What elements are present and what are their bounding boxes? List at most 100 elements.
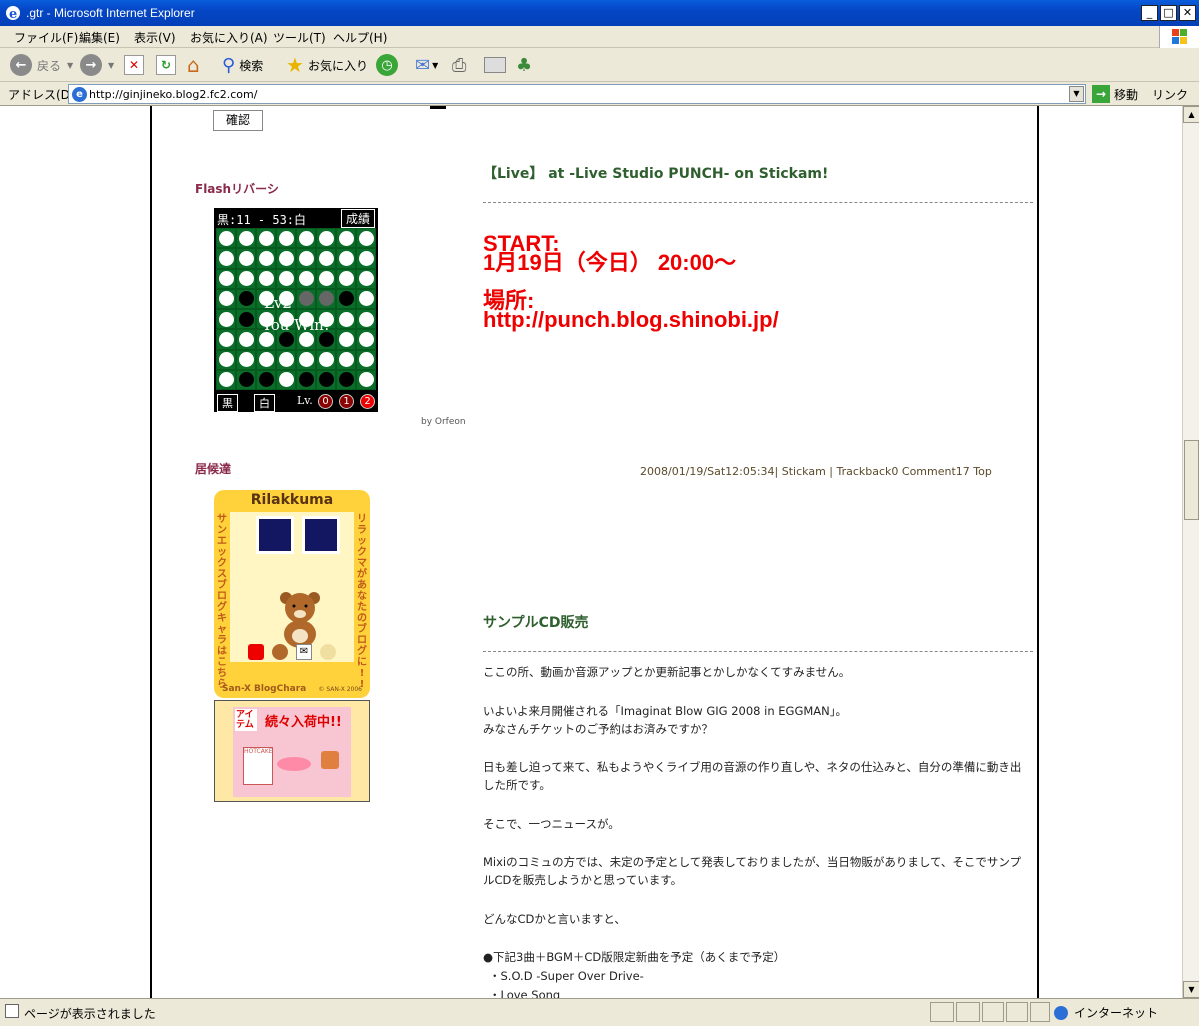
board-cell[interactable] xyxy=(336,268,356,289)
post-title[interactable]: 【Live】 at -Live Studio PUNCH- on Stickam… xyxy=(483,163,828,183)
menu-edit[interactable]: 編集(E) xyxy=(79,29,120,46)
board-cell[interactable] xyxy=(296,369,316,390)
go-arrow-icon: → xyxy=(1092,85,1110,103)
scroll-up-button[interactable]: ▲ xyxy=(1183,106,1199,123)
address-dropdown-button[interactable]: ▼ xyxy=(1069,86,1084,102)
white-player-button[interactable]: 白 xyxy=(254,394,275,412)
search-button[interactable]: ⚲ 検索 xyxy=(222,54,263,76)
home-button[interactable]: ⌂ xyxy=(187,53,200,77)
close-button[interactable]: ✕ xyxy=(1179,5,1196,21)
white-disc xyxy=(338,352,354,368)
board-cell[interactable] xyxy=(276,369,296,390)
reversi-byline: by Orfeon xyxy=(421,417,466,427)
post-paragraph: ここの所、動画か音源アップとか更新記事とかしかなくてすみません。 xyxy=(483,665,851,679)
back-button[interactable]: ← 戻る ▼ xyxy=(10,54,73,76)
item-banner[interactable]: HOTCAKE アイテム 続々入荷中!! xyxy=(214,700,370,802)
board-cell[interactable] xyxy=(356,349,376,370)
menu-favorites[interactable]: お気に入り(A) xyxy=(190,29,268,46)
white-disc xyxy=(358,352,374,368)
edit-button[interactable] xyxy=(484,54,506,76)
board-cell[interactable] xyxy=(256,369,276,390)
stop-button[interactable]: ✕ xyxy=(124,54,144,76)
board-cell[interactable] xyxy=(276,268,296,289)
board-cell[interactable] xyxy=(296,248,316,269)
board-cell[interactable] xyxy=(316,228,336,249)
board-cell[interactable] xyxy=(216,228,236,249)
address-label: アドレス(D) xyxy=(8,88,75,102)
black-player-button[interactable]: 黒 xyxy=(217,394,238,412)
board-cell[interactable] xyxy=(216,248,236,269)
board-cell[interactable] xyxy=(236,248,256,269)
forward-button[interactable]: → ▼ xyxy=(80,54,114,76)
level-label: Lv. xyxy=(297,394,313,407)
title-bar: e .gtr - Microsoft Internet Explorer _ □… xyxy=(0,0,1199,26)
board-cell[interactable] xyxy=(316,248,336,269)
chevron-down-icon: ▼ xyxy=(432,60,439,70)
menu-help[interactable]: ヘルプ(H) xyxy=(333,29,387,46)
table-icon xyxy=(277,757,311,771)
minimize-button[interactable]: _ xyxy=(1141,5,1158,21)
board-cell[interactable] xyxy=(236,349,256,370)
menu-view[interactable]: 表示(V) xyxy=(134,29,176,46)
board-cell[interactable] xyxy=(256,248,276,269)
ie-logo-icon: e xyxy=(6,6,20,21)
board-cell[interactable] xyxy=(256,349,276,370)
menu-file[interactable]: ファイル(F) xyxy=(14,29,78,46)
board-cell[interactable] xyxy=(356,228,376,249)
results-button[interactable]: 成績 xyxy=(340,209,375,228)
board-cell[interactable] xyxy=(356,248,376,269)
board-cell[interactable] xyxy=(276,248,296,269)
board-cell[interactable] xyxy=(236,369,256,390)
board-cell[interactable] xyxy=(236,268,256,289)
print-button[interactable]: ⎙ xyxy=(452,54,466,76)
history-button[interactable]: ◷ xyxy=(376,54,398,76)
scrollbar-thumb[interactable] xyxy=(1184,440,1199,520)
reversi-game[interactable]: 黒:11 - 53:白 成績 Lv2 You Win! 黒 白 Lv. 0 1 … xyxy=(214,208,378,412)
divider xyxy=(483,651,1033,652)
board-cell[interactable] xyxy=(336,369,356,390)
level-1-button[interactable]: 1 xyxy=(339,394,354,409)
menu-tools[interactable]: ツール(T) xyxy=(273,29,326,46)
scroll-down-button[interactable]: ▼ xyxy=(1183,981,1199,998)
board-cell[interactable] xyxy=(336,349,356,370)
live-url-link[interactable]: http://punch.blog.shinobi.jp/ xyxy=(483,308,779,332)
address-input[interactable]: e http://ginjineko.blog2.fc2.com/ ▼ xyxy=(68,84,1086,104)
board-cell[interactable] xyxy=(216,369,236,390)
board-cell[interactable] xyxy=(296,228,316,249)
board-cell[interactable] xyxy=(216,349,236,370)
maximize-button[interactable]: □ xyxy=(1160,5,1177,21)
stop-icon: ✕ xyxy=(124,55,144,75)
board-cell[interactable] xyxy=(296,349,316,370)
board-cell[interactable] xyxy=(276,349,296,370)
board-cell[interactable] xyxy=(256,268,276,289)
board-cell[interactable] xyxy=(316,268,336,289)
status-text: ページが表示されました xyxy=(24,1007,156,1021)
refresh-button[interactable]: ↻ xyxy=(156,54,176,76)
board-cell[interactable] xyxy=(316,349,336,370)
board-cell[interactable] xyxy=(336,248,356,269)
favorites-button[interactable]: ★ お気に入り xyxy=(286,53,368,77)
board-cell[interactable] xyxy=(336,228,356,249)
go-button[interactable]: → 移動 xyxy=(1092,84,1138,104)
post-meta[interactable]: 2008/01/19/Sat12:05:34| Stickam | Trackb… xyxy=(640,465,992,478)
white-disc xyxy=(358,230,374,246)
level-0-button[interactable]: 0 xyxy=(318,394,333,409)
rilakkuma-blogparts[interactable]: Rilakkuma ✉ サンエックスブログキャラはこちら リラックマがあなたのブ… xyxy=(214,490,370,698)
post-title[interactable]: サンプルCD販売 xyxy=(483,612,588,632)
board-cell[interactable] xyxy=(276,228,296,249)
messenger-button[interactable]: ♣ xyxy=(516,54,532,76)
board-cell[interactable] xyxy=(216,268,236,289)
level-2-button[interactable]: 2 xyxy=(360,394,375,409)
board-cell[interactable] xyxy=(356,369,376,390)
vertical-scrollbar[interactable]: ▲ ▼ xyxy=(1182,106,1199,998)
board-cell[interactable] xyxy=(236,228,256,249)
rilakkuma-left-text: サンエックスブログキャラはこちら xyxy=(217,514,227,690)
board-cell[interactable] xyxy=(356,268,376,289)
board-cell[interactable] xyxy=(256,228,276,249)
confirm-button[interactable]: 確認 xyxy=(213,110,263,131)
address-url: http://ginjineko.blog2.fc2.com/ xyxy=(89,88,258,101)
mail-button[interactable]: ✉ ▼ xyxy=(415,54,438,76)
board-cell[interactable] xyxy=(296,268,316,289)
board-cell[interactable] xyxy=(316,369,336,390)
white-disc xyxy=(298,352,314,368)
